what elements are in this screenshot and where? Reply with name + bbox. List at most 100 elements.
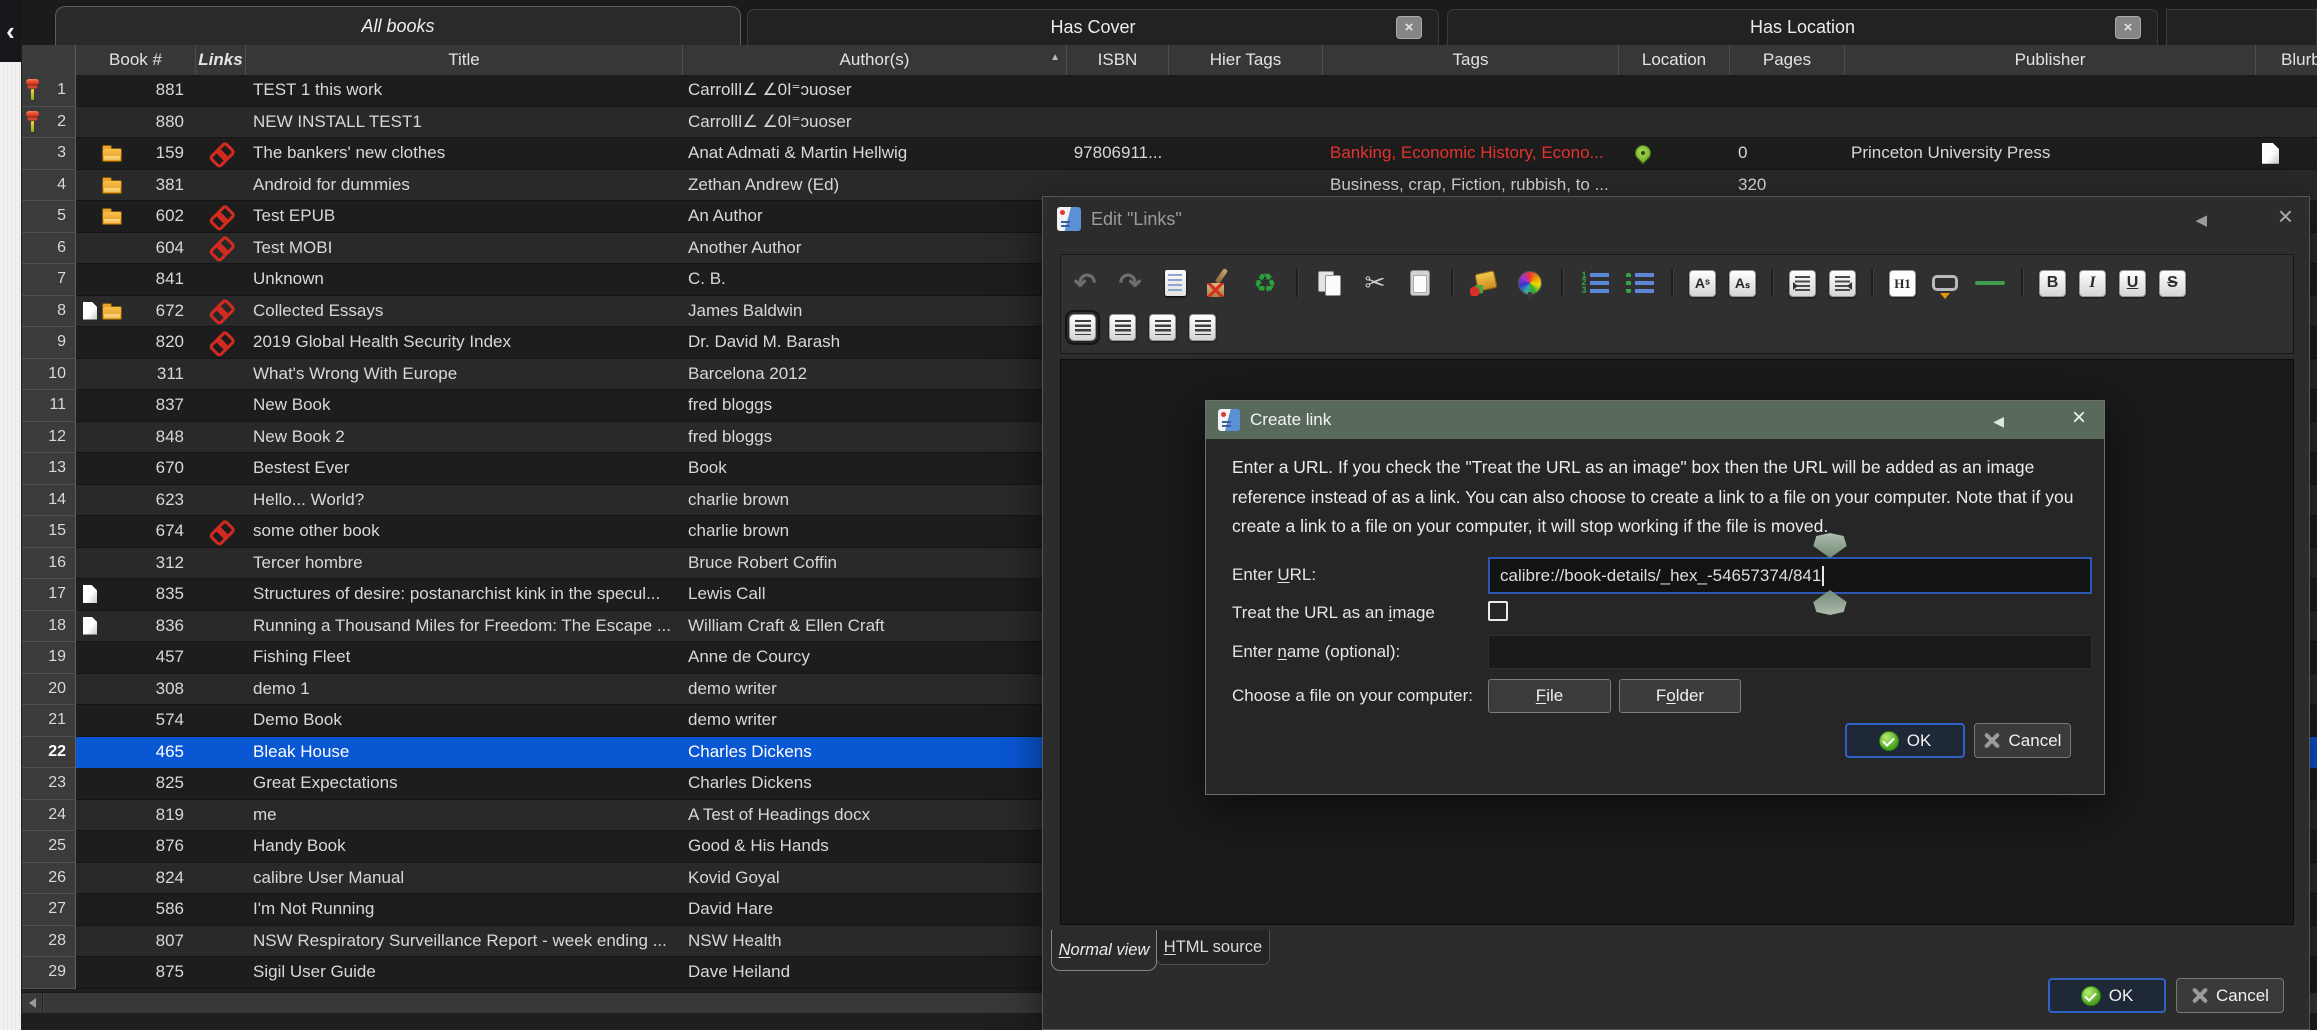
- book-number-cell[interactable]: 819: [76, 800, 196, 832]
- authors-cell[interactable]: Charles Dickens: [683, 737, 1067, 769]
- links-cell[interactable]: [196, 359, 246, 391]
- column-header-book-[interactable]: Book #: [76, 45, 196, 75]
- authors-cell[interactable]: demo writer: [683, 705, 1067, 737]
- row-number-cell[interactable]: 28: [22, 926, 76, 958]
- redo-button[interactable]: ↷: [1114, 267, 1146, 299]
- links-cell[interactable]: [196, 548, 246, 580]
- authors-cell[interactable]: Bruce Robert Coffin: [683, 548, 1067, 580]
- title-cell[interactable]: Android for dummies: [246, 170, 683, 202]
- title-cell[interactable]: 2019 Global Health Security Index: [246, 327, 683, 359]
- links-cell[interactable]: [196, 453, 246, 485]
- title-cell[interactable]: Sigil User Guide: [246, 957, 683, 989]
- title-cell[interactable]: Bestest Ever: [246, 453, 683, 485]
- authors-cell[interactable]: Carrollǀ∠ ∠0ǀ⁼ɔuoser: [683, 107, 1067, 139]
- links-cell[interactable]: [196, 201, 246, 233]
- table-row[interactable]: 3 159 The bankers' new clothes Anat Adma…: [22, 138, 2317, 170]
- authors-cell[interactable]: C. B.: [683, 264, 1067, 296]
- column-header-author-s-[interactable]: Author(s)▲: [683, 45, 1067, 75]
- title-cell[interactable]: me: [246, 800, 683, 832]
- row-number-cell[interactable]: 26: [22, 863, 76, 895]
- authors-cell[interactable]: demo writer: [683, 674, 1067, 706]
- authors-cell[interactable]: Book: [683, 453, 1067, 485]
- links-cell[interactable]: [196, 737, 246, 769]
- column-header-pages[interactable]: Pages: [1730, 45, 1845, 75]
- book-number-cell[interactable]: 880: [76, 107, 196, 139]
- links-cell[interactable]: [196, 170, 246, 202]
- location-cell[interactable]: [1619, 75, 1730, 107]
- selection-handle-top[interactable]: [1811, 533, 1849, 558]
- links-cell[interactable]: [196, 642, 246, 674]
- links-cell[interactable]: [196, 390, 246, 422]
- title-cell[interactable]: Hello... World?: [246, 485, 683, 517]
- book-number-cell[interactable]: 835: [76, 579, 196, 611]
- row-number-cell[interactable]: 2: [22, 107, 76, 139]
- book-number-cell[interactable]: 674: [76, 516, 196, 548]
- book-number-cell[interactable]: 836: [76, 611, 196, 643]
- links-cell[interactable]: [196, 422, 246, 454]
- blurb-cell[interactable]: [2256, 75, 2317, 107]
- book-number-cell[interactable]: 457: [76, 642, 196, 674]
- tab-close-button[interactable]: ×: [2115, 16, 2141, 39]
- table-row[interactable]: 2 880 NEW INSTALL TEST1 Carrollǀ∠ ∠0ǀ⁼ɔu…: [22, 107, 2317, 139]
- authors-cell[interactable]: Zethan Andrew (Ed): [683, 170, 1067, 202]
- links-cell[interactable]: [196, 674, 246, 706]
- book-number-cell[interactable]: 602: [76, 201, 196, 233]
- column-header-links[interactable]: Links: [196, 45, 246, 75]
- subscript-button[interactable]: Aₛ: [1729, 270, 1756, 297]
- tab-has-location[interactable]: Has Location×: [1447, 9, 2158, 45]
- dialog-back-button[interactable]: ◀: [1993, 413, 2004, 430]
- hier-tags-cell[interactable]: [1169, 138, 1323, 170]
- row-number-cell[interactable]: 29: [22, 957, 76, 989]
- title-cell[interactable]: Running a Thousand Miles for Freedom: Th…: [246, 611, 683, 643]
- tab-normal-view[interactable]: Normal view: [1051, 930, 1157, 971]
- row-number-cell[interactable]: 5: [22, 201, 76, 233]
- row-number-cell[interactable]: 23: [22, 768, 76, 800]
- links-cell[interactable]: [196, 705, 246, 737]
- authors-cell[interactable]: A Test of Headings docx: [683, 800, 1067, 832]
- title-cell[interactable]: Test MOBI: [246, 233, 683, 265]
- column-header-hier-tags[interactable]: Hier Tags: [1169, 45, 1323, 75]
- hier-tags-cell[interactable]: [1169, 75, 1323, 107]
- links-cell[interactable]: [196, 75, 246, 107]
- authors-cell[interactable]: charlie brown: [683, 485, 1067, 517]
- title-cell[interactable]: Fishing Fleet: [246, 642, 683, 674]
- cancel-button[interactable]: Cancel: [2176, 978, 2284, 1013]
- row-number-cell[interactable]: 4: [22, 170, 76, 202]
- links-cell[interactable]: [196, 327, 246, 359]
- publisher-cell[interactable]: [1845, 107, 2256, 139]
- tab-close-button[interactable]: ×: [1396, 16, 1422, 39]
- authors-cell[interactable]: Kovid Goyal: [683, 863, 1067, 895]
- outdent-button[interactable]: [1829, 270, 1856, 297]
- book-number-cell[interactable]: 876: [76, 831, 196, 863]
- authors-cell[interactable]: Anat Admati & Martin Hellwig: [683, 138, 1067, 170]
- pages-cell[interactable]: [1730, 75, 1845, 107]
- tab-has-cover[interactable]: Has Cover×: [747, 9, 1439, 45]
- links-cell[interactable]: [196, 138, 246, 170]
- column-header-location[interactable]: Location: [1619, 45, 1730, 75]
- links-cell[interactable]: [196, 831, 246, 863]
- edit-dialog-titlebar[interactable]: Edit "Links" ◀ ×: [1043, 197, 2309, 241]
- align-left-button[interactable]: [1069, 314, 1096, 341]
- links-cell[interactable]: [196, 957, 246, 989]
- authors-cell[interactable]: Dave Heiland: [683, 957, 1067, 989]
- book-number-cell[interactable]: 623: [76, 485, 196, 517]
- column-header-tags[interactable]: Tags: [1323, 45, 1619, 75]
- row-number-cell[interactable]: 20: [22, 674, 76, 706]
- authors-cell[interactable]: charlie brown: [683, 516, 1067, 548]
- row-number-cell[interactable]: 21: [22, 705, 76, 737]
- authors-cell[interactable]: fred bloggs: [683, 390, 1067, 422]
- authors-cell[interactable]: Anne de Courcy: [683, 642, 1067, 674]
- authors-cell[interactable]: Good & His Hands: [683, 831, 1067, 863]
- horizontal-rule-button[interactable]: [1974, 267, 2006, 299]
- scroll-left-button[interactable]: [22, 993, 43, 1013]
- book-number-cell[interactable]: 586: [76, 894, 196, 926]
- row-number-cell[interactable]: 13: [22, 453, 76, 485]
- authors-cell[interactable]: Charles Dickens: [683, 768, 1067, 800]
- title-cell[interactable]: calibre User Manual: [246, 863, 683, 895]
- title-cell[interactable]: New Book: [246, 390, 683, 422]
- isbn-cell[interactable]: [1067, 75, 1169, 107]
- row-number-cell[interactable]: 18: [22, 611, 76, 643]
- links-cell[interactable]: [196, 296, 246, 328]
- book-number-cell[interactable]: 672: [76, 296, 196, 328]
- publisher-cell[interactable]: [1845, 75, 2256, 107]
